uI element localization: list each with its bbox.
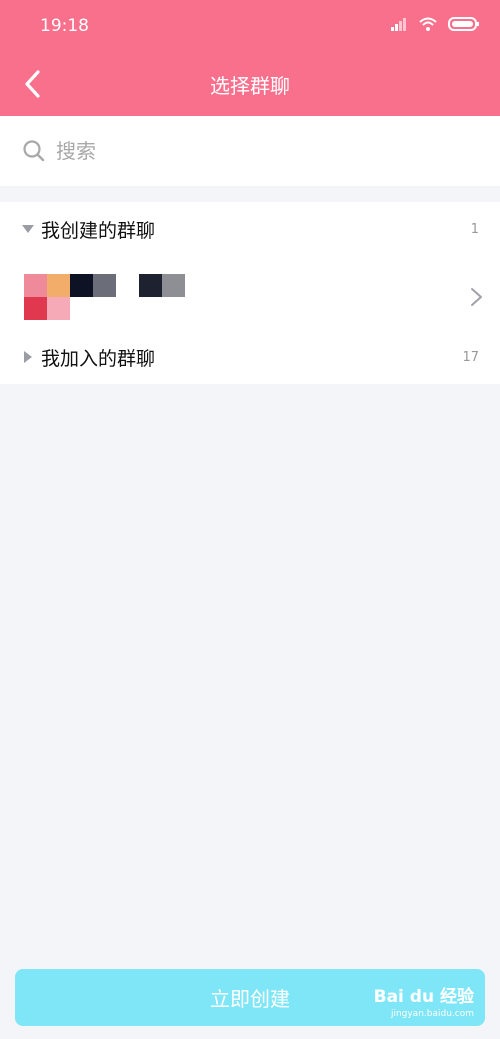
group-row[interactable] [0,268,500,330]
group-header-joined[interactable]: 我加入的群聊 17 [0,330,500,384]
baidu-watermark: Bai du 经验 jingyan.baidu.com [374,982,474,1019]
search-bar[interactable] [0,116,500,186]
watermark-logo: Bai du 经验 [373,987,474,1007]
signal-icon [391,18,406,31]
group-count: 1 [470,221,479,237]
nav-bar: 选择群聊 [0,54,500,116]
wifi-icon [419,17,437,31]
status-icons [390,16,480,32]
battery-icon [448,17,479,31]
chevron-right-icon [471,288,482,306]
group-title: 我加入的群聊 [41,347,156,370]
group-list: 我创建的群聊 1 我加入的群聊 17 [0,202,500,384]
status-bar: 19:18 [0,0,500,54]
avatar [24,274,186,322]
caret-down-icon [21,224,35,234]
watermark-url: jingyan.baidu.com [390,1009,474,1019]
group-header-created[interactable]: 我创建的群聊 1 [0,202,500,256]
caret-right-icon [21,351,35,363]
search-input[interactable] [54,138,458,164]
page-title: 选择群聊 [210,74,290,98]
group-count: 17 [462,349,479,365]
group-title: 我创建的群聊 [41,219,156,242]
search-icon [23,140,45,162]
status-time: 19:18 [40,16,89,36]
